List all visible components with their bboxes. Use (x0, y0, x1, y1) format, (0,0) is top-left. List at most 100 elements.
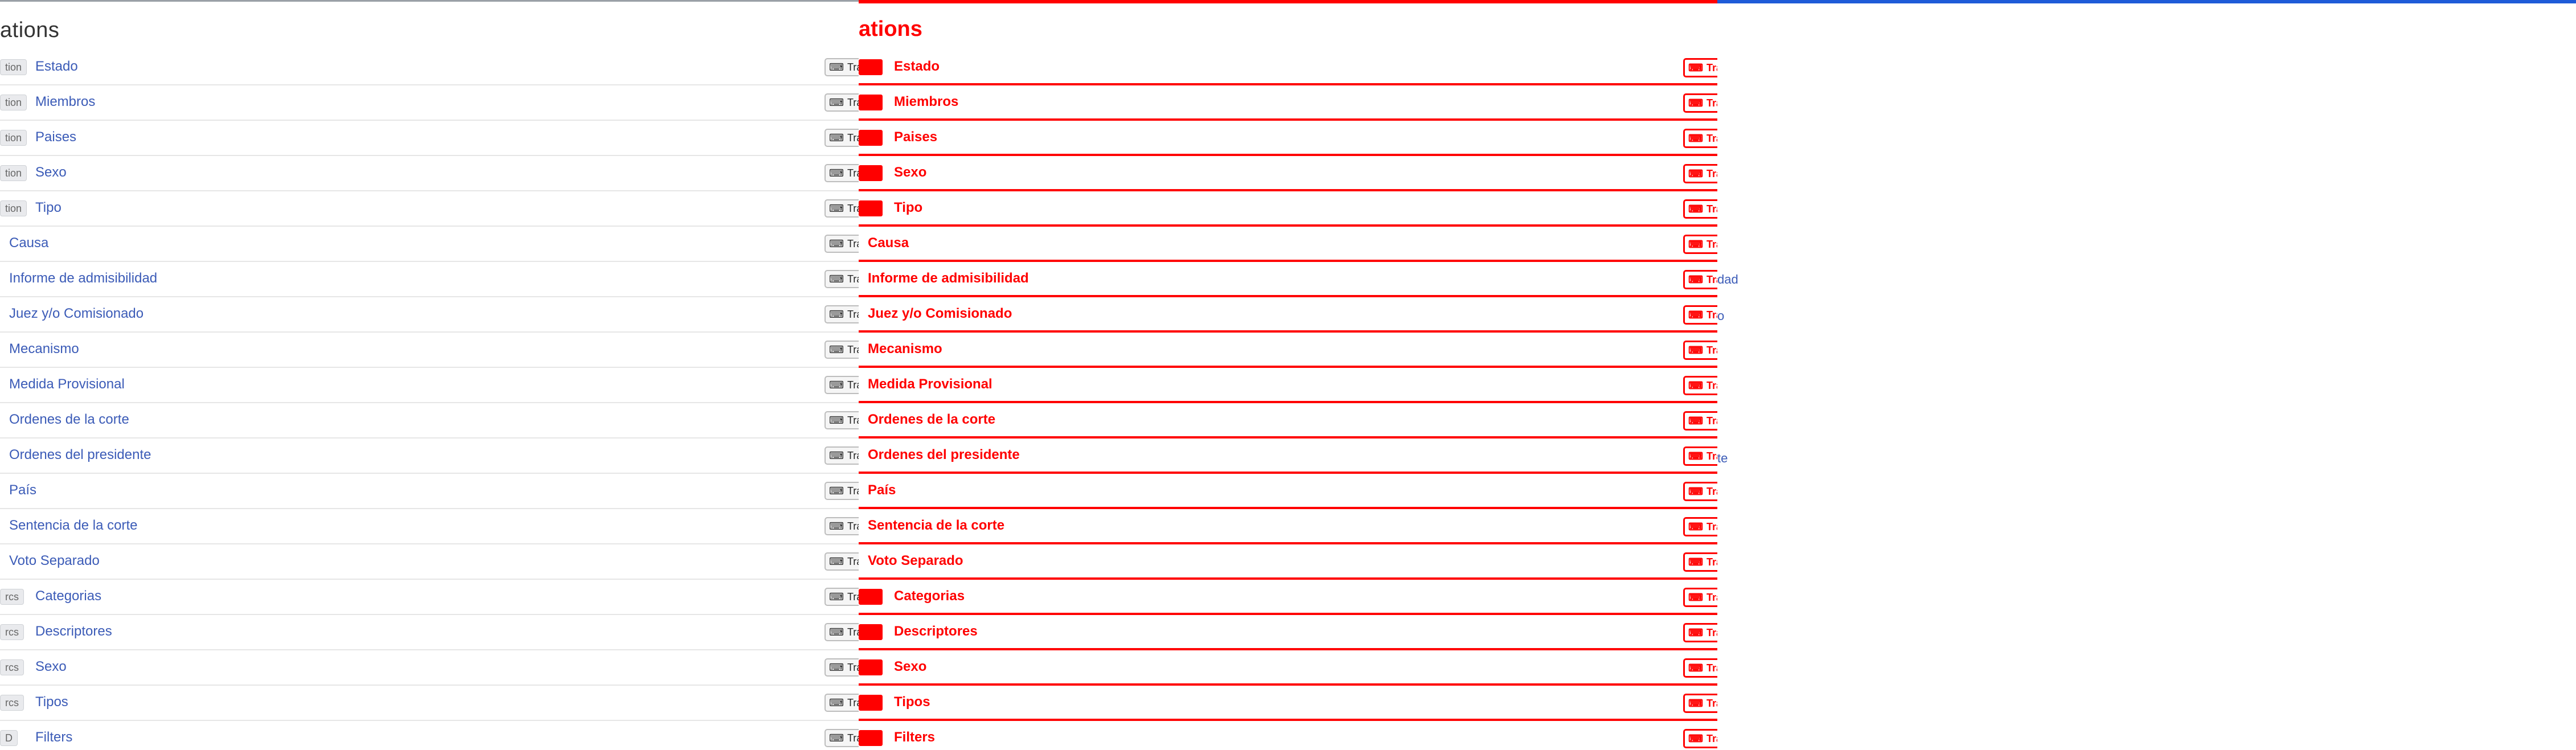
translate-button[interactable]: ⌨Tra (825, 482, 859, 500)
translate-icon: ⌨ (1688, 239, 1703, 250)
list-item-link[interactable]: Tipo (35, 200, 61, 216)
list-item-link[interactable]: Juez y/o Comisionado (9, 306, 143, 322)
list-item-link[interactable]: Tipos (35, 694, 68, 710)
list-item-link[interactable]: Sexo (35, 659, 67, 675)
list-item-link-highlight[interactable]: Ordenes de la corte (868, 412, 995, 428)
translate-label: Tra (847, 485, 859, 497)
list-item-link[interactable]: Causa (9, 235, 48, 251)
list-item-link[interactable]: Categorias (35, 588, 101, 604)
list-item-link[interactable]: Voto Separado (9, 553, 100, 569)
list-item-link-highlight[interactable]: Estado (894, 59, 940, 75)
translate-button-highlight[interactable]: ⌨Tra (1683, 93, 1717, 113)
translate-button[interactable]: ⌨Tra (825, 129, 859, 147)
list-item-link[interactable]: Sentencia de la corte (9, 518, 137, 534)
translate-button-highlight[interactable]: ⌨Tra (1683, 588, 1717, 607)
list-item-link[interactable]: Medida Provisional (9, 376, 125, 392)
translate-button-highlight[interactable]: ⌨Tra (1683, 446, 1717, 466)
category-badge: rcs (0, 624, 24, 640)
list-item-link-highlight[interactable]: Sexo (894, 165, 926, 181)
translate-button-highlight[interactable]: ⌨Tra (1683, 58, 1717, 77)
translate-button-highlight[interactable]: ⌨Tra (1683, 305, 1717, 325)
list-item-link-highlight[interactable]: Voto Separado (868, 553, 963, 569)
translate-icon: ⌨ (829, 732, 844, 744)
translate-button-highlight[interactable]: ⌨Tra (1683, 199, 1717, 219)
translate-icon: ⌨ (829, 273, 844, 285)
translate-button-highlight[interactable]: ⌨Tra (1683, 270, 1717, 289)
category-badge: D (0, 730, 18, 746)
list-item-link-highlight[interactable]: Causa (868, 235, 909, 251)
translate-button[interactable]: ⌨Tra (825, 341, 859, 359)
list-item-link-highlight[interactable]: Miembros (894, 94, 958, 110)
translate-button[interactable]: ⌨Tra (825, 411, 859, 429)
list-item-link-highlight[interactable]: Paises (894, 129, 937, 145)
list-item-link[interactable]: Miembros (35, 94, 95, 110)
list-row: Mecanismo ⌨Tra (0, 333, 859, 368)
list-item-link-highlight[interactable]: Informe de admisibilidad (868, 271, 1029, 286)
translate-button-highlight[interactable]: ⌨Tra (1683, 729, 1717, 748)
translate-button[interactable]: ⌨Tra (825, 164, 859, 182)
list-item-link-highlight[interactable]: Mecanismo (868, 341, 942, 357)
translate-button[interactable]: ⌨Tra (825, 376, 859, 394)
translate-button-highlight[interactable]: ⌨Tra (1683, 235, 1717, 254)
list-row-highlight: Ordenes del presidente ⌨Tra (859, 438, 1717, 474)
list-item-link-highlight[interactable]: Descriptores (894, 624, 978, 640)
translate-button[interactable]: ⌨Tra (825, 694, 859, 712)
translate-button[interactable]: ⌨Tra (825, 552, 859, 571)
translate-button[interactable]: ⌨Tra (825, 623, 859, 641)
translate-button[interactable]: ⌨Tra (825, 270, 859, 288)
list-item-link[interactable]: Filters (35, 729, 72, 745)
list-item-link[interactable]: Sexo (35, 165, 67, 181)
translate-icon: ⌨ (829, 450, 844, 461)
translate-button[interactable]: ⌨Tra (825, 199, 859, 218)
clipped-link-fragment[interactable]: dad (1717, 272, 1738, 287)
list-item-link[interactable]: Mecanismo (9, 341, 79, 357)
translate-icon: ⌨ (829, 167, 844, 179)
translate-button[interactable]: ⌨Tra (825, 93, 859, 112)
list-item-link-highlight[interactable]: Sexo (894, 659, 926, 675)
translate-button[interactable]: ⌨Tra (825, 517, 859, 535)
list-item-link-highlight[interactable]: Tipos (894, 694, 930, 710)
list-item-link[interactable]: Paises (35, 129, 76, 145)
translate-icon: ⌨ (1688, 698, 1703, 709)
list-item-link[interactable]: Estado (35, 59, 78, 75)
list-item-link-highlight[interactable]: Filters (894, 729, 935, 745)
list-row-highlight: Sexo ⌨Tra (859, 156, 1717, 191)
list-item-link-highlight[interactable]: Sentencia de la corte (868, 518, 1004, 534)
translate-button[interactable]: ⌨Tra (825, 729, 859, 747)
translate-button[interactable]: ⌨Tra (825, 305, 859, 323)
translate-button[interactable]: ⌨Tra (825, 658, 859, 677)
translate-button[interactable]: ⌨Tra (825, 235, 859, 253)
translate-button[interactable]: ⌨Tra (825, 58, 859, 76)
translate-button-highlight[interactable]: ⌨Tra (1683, 482, 1717, 501)
translate-button[interactable]: ⌨Tra (825, 588, 859, 606)
translate-button-highlight[interactable]: ⌨Tra (1683, 658, 1717, 678)
list-item-link-highlight[interactable]: País (868, 482, 896, 498)
translate-button-highlight[interactable]: ⌨Tra (1683, 164, 1717, 183)
translate-label: Tra (1706, 450, 1717, 462)
translate-button-highlight[interactable]: ⌨Tra (1683, 623, 1717, 642)
translate-button-highlight[interactable]: ⌨Tra (1683, 411, 1717, 431)
list-item-link-highlight[interactable]: Juez y/o Comisionado (868, 306, 1012, 322)
translate-button-highlight[interactable]: ⌨Tra (1683, 341, 1717, 360)
list-item-link-highlight[interactable]: Ordenes del presidente (868, 447, 1020, 463)
translate-button-highlight[interactable]: ⌨Tra (1683, 552, 1717, 572)
translate-button-highlight[interactable]: ⌨Tra (1683, 517, 1717, 536)
translate-icon: ⌨ (1688, 486, 1703, 497)
list-item-link-highlight[interactable]: Categorias (894, 588, 965, 604)
list-item-link[interactable]: Ordenes del presidente (9, 447, 151, 463)
translate-button[interactable]: ⌨Tra (825, 446, 859, 465)
list-item-link[interactable]: País (9, 482, 36, 498)
list-item-link[interactable]: Descriptores (35, 624, 112, 640)
clipped-link-fragment[interactable]: o (1717, 309, 1724, 323)
clipped-link-fragment[interactable]: te (1717, 451, 1728, 466)
list-row: Sentencia de la corte ⌨Tra (0, 509, 859, 544)
translate-button-highlight[interactable]: ⌨Tra (1683, 129, 1717, 148)
list-item-link-highlight[interactable]: Medida Provisional (868, 376, 992, 392)
translate-button-highlight[interactable]: ⌨Tra (1683, 694, 1717, 713)
list-item-link[interactable]: Informe de admisibilidad (9, 271, 157, 286)
list-item-link-highlight[interactable]: Tipo (894, 200, 922, 216)
translate-button-highlight[interactable]: ⌨Tra (1683, 376, 1717, 395)
list-row: rcs Sexo ⌨Tra (0, 650, 859, 686)
translate-label: Tra (847, 97, 859, 108)
list-item-link[interactable]: Ordenes de la corte (9, 412, 129, 428)
